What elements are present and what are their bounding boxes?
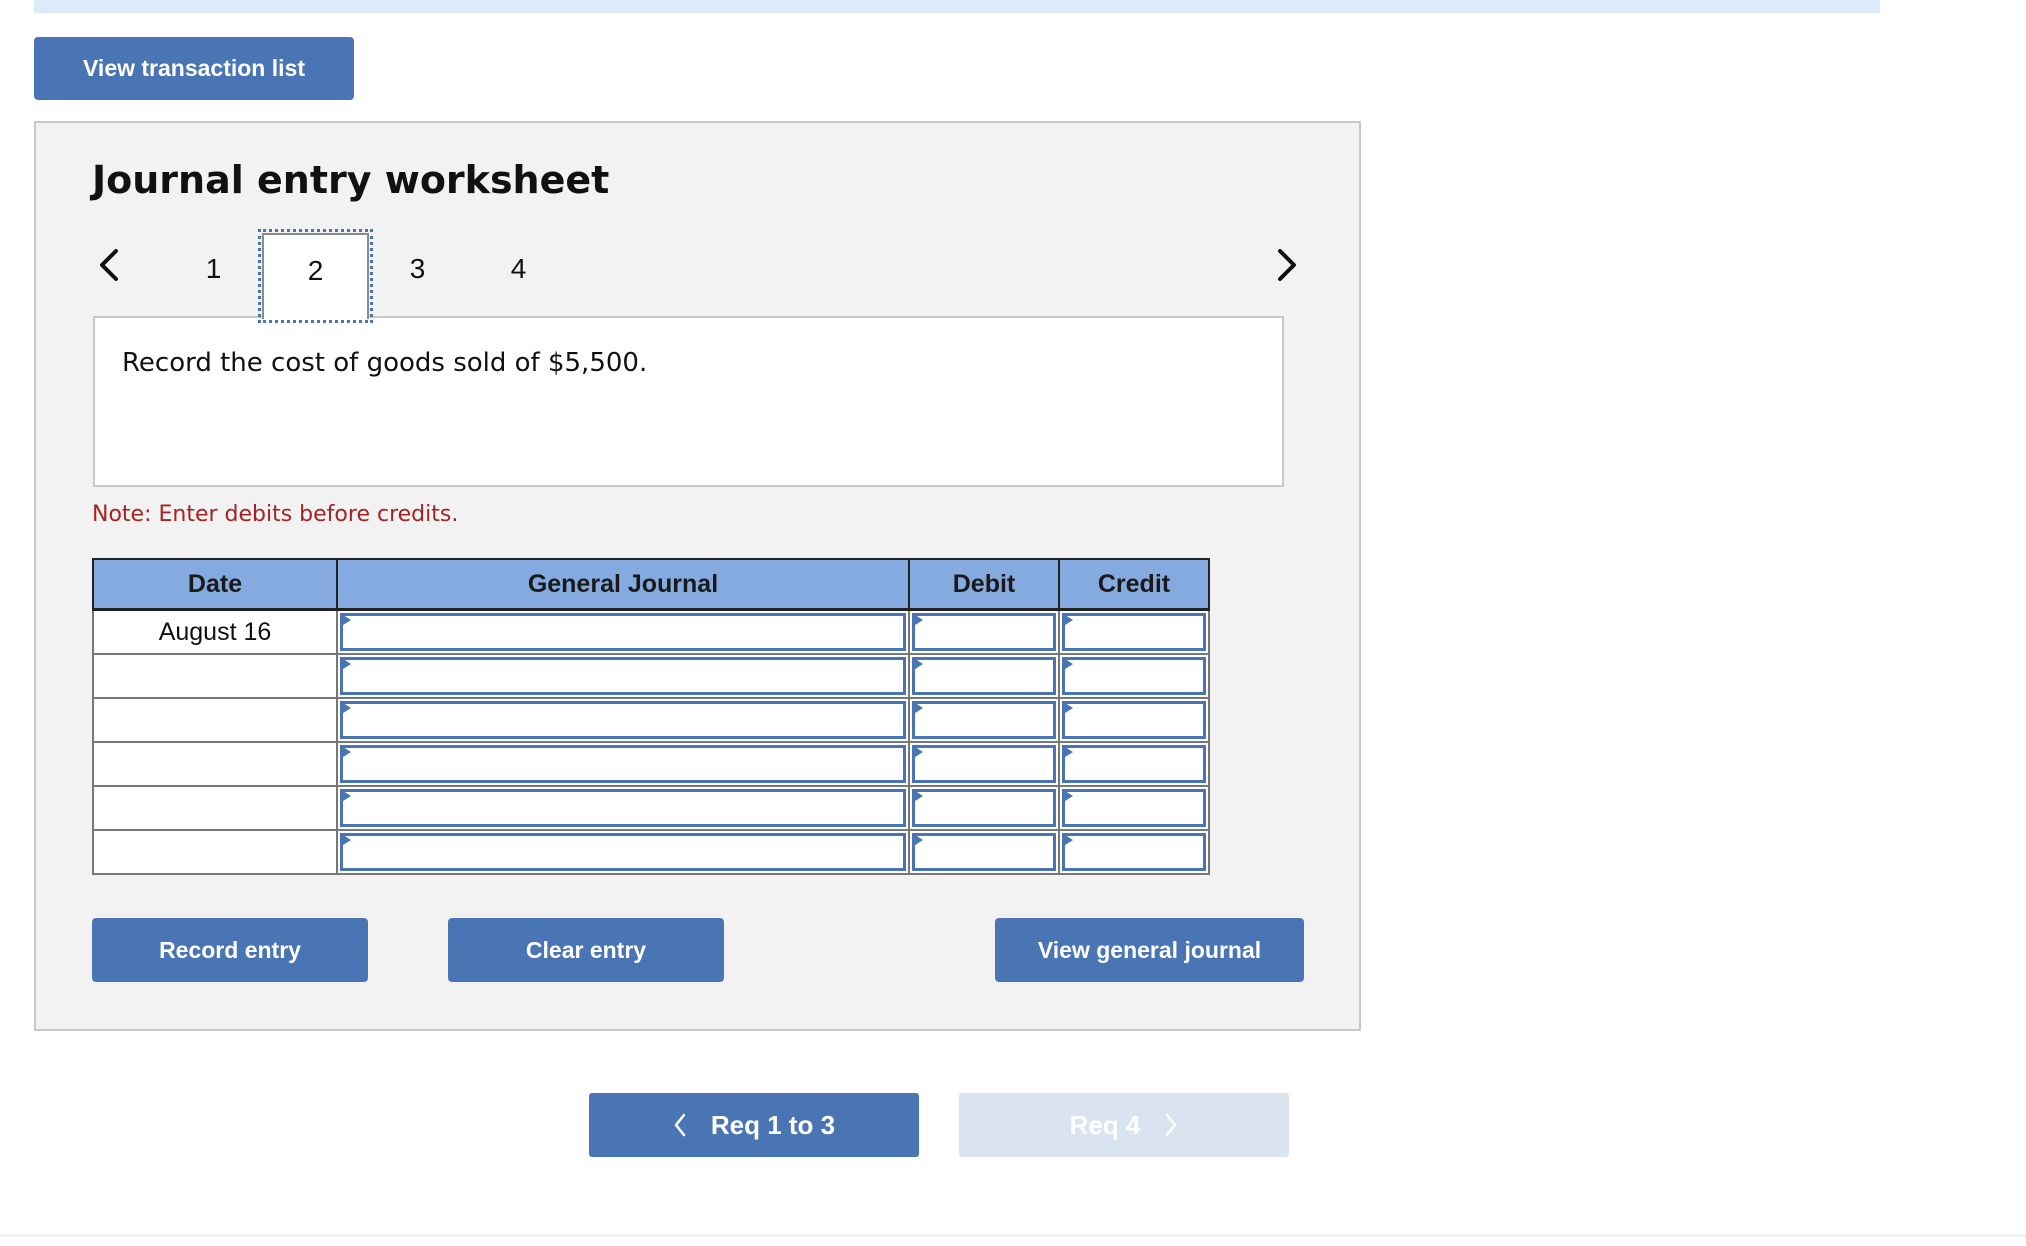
transaction-description: Record the cost of goods sold of $5,500. xyxy=(122,348,648,378)
tab-label: 2 xyxy=(307,255,324,286)
worksheet-title: Journal entry worksheet xyxy=(92,158,610,202)
tab-4[interactable]: 4 xyxy=(465,233,572,319)
credit-input[interactable] xyxy=(1062,745,1206,783)
date-cell: August 16 xyxy=(92,608,338,655)
account-input[interactable] xyxy=(340,657,906,695)
account-input[interactable] xyxy=(340,613,906,651)
req-prev-label: Req 1 to 3 xyxy=(710,1109,836,1140)
tab-1[interactable]: 1 xyxy=(160,233,267,319)
chevron-left-icon xyxy=(100,249,118,281)
tab-3[interactable]: 3 xyxy=(364,233,471,319)
chevron-right-icon xyxy=(1278,249,1296,281)
debit-cell xyxy=(908,608,1060,655)
date-cell xyxy=(92,829,338,875)
account-input[interactable] xyxy=(340,745,906,783)
debit-cell xyxy=(908,697,1060,743)
table-header-row: Date General Journal Debit Credit xyxy=(92,558,1210,611)
account-cell xyxy=(336,785,910,831)
bottom-divider xyxy=(0,1234,2026,1237)
date-cell xyxy=(92,785,338,831)
tab-label: 4 xyxy=(510,253,527,284)
credit-input[interactable] xyxy=(1062,657,1206,695)
journal-row xyxy=(92,829,1210,875)
credit-input[interactable] xyxy=(1062,833,1206,871)
debit-input[interactable] xyxy=(912,833,1056,871)
debit-cell xyxy=(908,653,1060,699)
journal-row: August 16 xyxy=(92,608,1210,655)
view-transaction-list-button[interactable]: View transaction list xyxy=(34,37,354,100)
account-cell xyxy=(336,829,910,875)
clear-entry-button[interactable]: Clear entry xyxy=(448,918,724,982)
debit-input[interactable] xyxy=(912,701,1056,739)
account-cell xyxy=(336,741,910,787)
journal-entry-table: Date General Journal Debit Credit August… xyxy=(92,558,1210,875)
view-general-journal-button[interactable]: View general journal xyxy=(995,918,1304,982)
debit-input[interactable] xyxy=(912,745,1056,783)
journal-row xyxy=(92,653,1210,699)
credit-input[interactable] xyxy=(1062,701,1206,739)
column-header-date: Date xyxy=(92,558,338,611)
debit-input[interactable] xyxy=(912,789,1056,827)
date-cell xyxy=(92,653,338,699)
top-banner xyxy=(34,0,1880,13)
credit-cell xyxy=(1058,653,1210,699)
journal-row xyxy=(92,741,1210,787)
debits-before-credits-note: Note: Enter debits before credits. xyxy=(92,502,459,527)
journal-row xyxy=(92,785,1210,831)
chevron-left-icon xyxy=(674,1113,686,1137)
transaction-description-box: Record the cost of goods sold of $5,500. xyxy=(93,316,1284,487)
account-cell xyxy=(336,697,910,743)
req-4-button: Req 4 xyxy=(959,1093,1289,1157)
req-1-to-3-button[interactable]: Req 1 to 3 xyxy=(589,1093,919,1157)
credit-cell xyxy=(1058,697,1210,743)
date-cell xyxy=(92,697,338,743)
credit-cell xyxy=(1058,785,1210,831)
debit-input[interactable] xyxy=(912,613,1056,651)
credit-input[interactable] xyxy=(1062,613,1206,651)
credit-input[interactable] xyxy=(1062,789,1206,827)
date-cell xyxy=(92,741,338,787)
column-header-debit: Debit xyxy=(908,558,1060,611)
account-input[interactable] xyxy=(340,701,906,739)
account-input[interactable] xyxy=(340,833,906,871)
debit-cell xyxy=(908,785,1060,831)
tab-label: 1 xyxy=(205,253,222,284)
column-header-credit: Credit xyxy=(1058,558,1210,611)
debit-input[interactable] xyxy=(912,657,1056,695)
column-header-general-journal: General Journal xyxy=(336,558,910,611)
tab-2[interactable]: 2 xyxy=(258,229,373,323)
account-cell xyxy=(336,608,910,655)
credit-cell xyxy=(1058,608,1210,655)
req-next-label: Req 4 xyxy=(1069,1109,1141,1140)
chevron-right-icon xyxy=(1166,1113,1177,1137)
previous-transaction-button[interactable] xyxy=(92,245,126,285)
journal-row xyxy=(92,697,1210,743)
record-entry-button[interactable]: Record entry xyxy=(92,918,368,982)
next-transaction-button[interactable] xyxy=(1270,245,1304,285)
credit-cell xyxy=(1058,741,1210,787)
debit-cell xyxy=(908,741,1060,787)
account-cell xyxy=(336,653,910,699)
credit-cell xyxy=(1058,829,1210,875)
debit-cell xyxy=(908,829,1060,875)
account-input[interactable] xyxy=(340,789,906,827)
tab-label: 3 xyxy=(409,253,426,284)
